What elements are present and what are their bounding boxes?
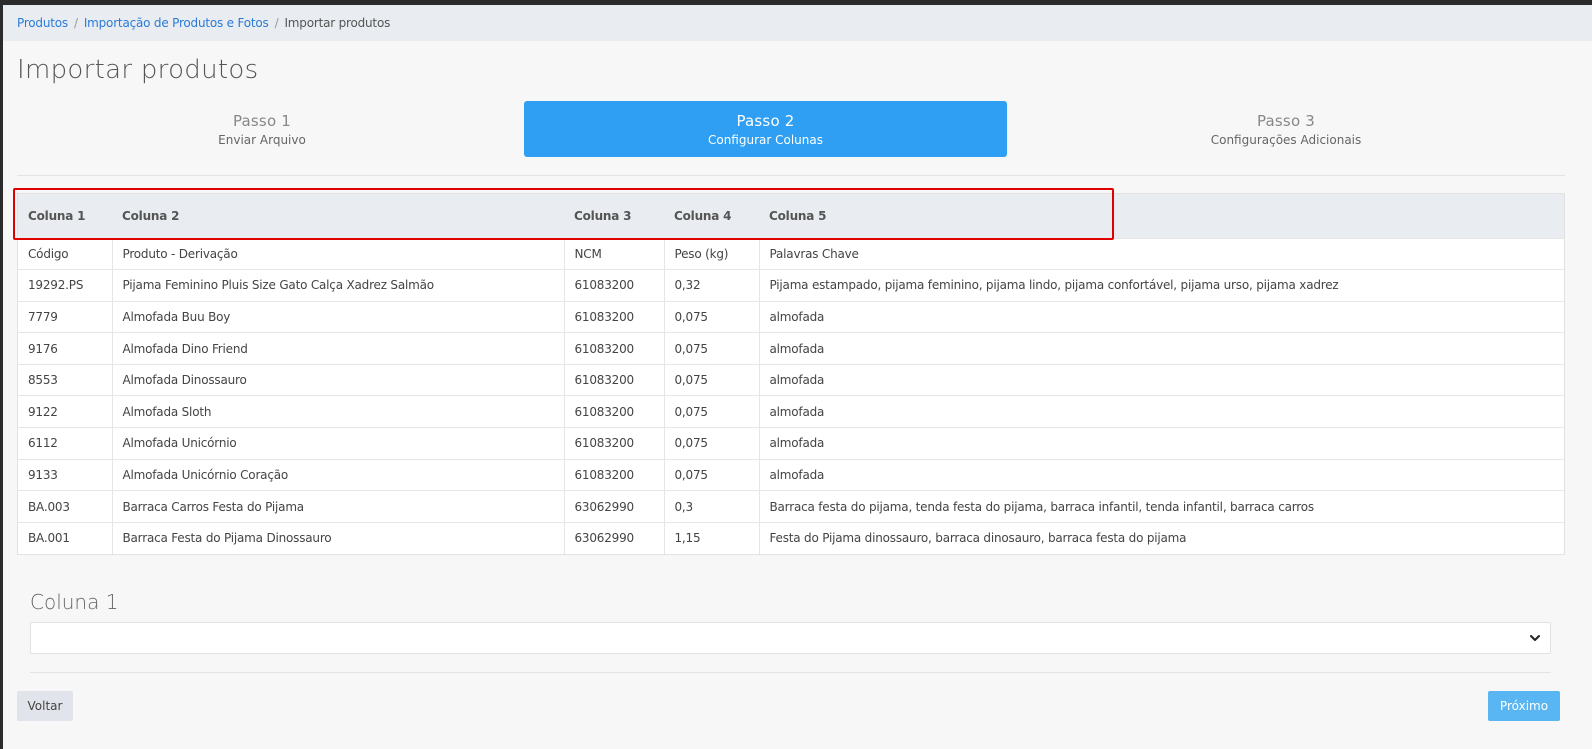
table-row: 8553 Almofada Dinossauro 61083200 0,075 almo… — [18, 363, 1564, 396]
divider — [17, 175, 1565, 176]
step-1[interactable]: Passo 1 Enviar Arquivo — [17, 101, 507, 157]
table-cell: Almofada Buu Boy — [112, 300, 565, 333]
breadcrumb-separator: / — [73, 16, 78, 30]
column-config-title: Coluna 1 — [30, 590, 119, 614]
step-3-subtitle: Configurações Adicionais — [1210, 132, 1362, 147]
breadcrumb-current: Importar produtos — [284, 16, 391, 30]
breadcrumb: Produtos / Importação de Produtos e Foto… — [3, 5, 1592, 41]
preview-table: Coluna 1 Coluna 2 Coluna 3 Coluna 4 Colu… — [18, 194, 1564, 554]
table-row: 6112 Almofada Unicórnio 61083200 0,075 almof… — [18, 427, 1564, 460]
table-cell: Barraca Carros Festa do Pijama — [112, 490, 565, 523]
table-cell: almofada — [759, 363, 1564, 396]
table-cell: Almofada Sloth — [112, 395, 565, 428]
column-header-5[interactable]: Coluna 5 — [759, 194, 1564, 238]
step-2-title: Passo 2 — [736, 111, 795, 130]
column-header-2[interactable]: Coluna 2 — [112, 194, 564, 238]
table-cell: almofada — [759, 458, 1564, 491]
table-cell: 0,075 — [664, 332, 760, 365]
table-row: BA.003 Barraca Carros Festa do Pijama 6306… — [18, 490, 1564, 523]
table-cell: Almofada Unicórnio — [112, 427, 565, 460]
table-cell: 0,3 — [664, 490, 760, 523]
chevron-down-icon — [1530, 635, 1540, 641]
table-cell: 9176 — [18, 332, 113, 365]
column-header-3[interactable]: Coluna 3 — [564, 194, 664, 238]
table-cell: 63062990 — [564, 521, 665, 554]
table-cell: 63062990 — [564, 490, 665, 523]
table-row: 7779 Almofada Buu Boy 61083200 0,075 almofad… — [18, 300, 1564, 333]
divider — [30, 672, 1551, 673]
table-cell: Almofada Dinossauro — [112, 363, 565, 396]
table-header-row: Coluna 1 Coluna 2 Coluna 3 Coluna 4 Colu… — [18, 194, 1564, 238]
column-header-1[interactable]: Coluna 1 — [18, 194, 112, 238]
table-cell: 19292.PS — [18, 269, 113, 302]
wizard-steps: Passo 1 Enviar Arquivo Passo 2 Configura… — [17, 101, 1565, 157]
table-cell: 9122 — [18, 395, 113, 428]
table-cell: BA.003 — [18, 490, 113, 523]
step-2[interactable]: Passo 2 Configurar Colunas — [524, 101, 1007, 157]
table-row: 9122 Almofada Sloth 61083200 0,075 almofada — [18, 395, 1564, 428]
table-row: 9133 Almofada Unicórnio Coração 61083200 0,… — [18, 458, 1564, 491]
table-cell: almofada — [759, 332, 1564, 365]
table-cell: Almofada Unicórnio Coração — [112, 458, 565, 491]
table-cell: 0,075 — [664, 427, 760, 460]
table-row: BA.001 Barraca Festa do Pijama Dinossauro… — [18, 521, 1564, 554]
table-cell: 61083200 — [564, 458, 665, 491]
table-cell: 61083200 — [564, 395, 665, 428]
table-cell: Produto - Derivação — [112, 237, 565, 270]
page-title: Importar produtos — [17, 55, 259, 85]
table-cell: Barraca Festa do Pijama Dinossauro — [112, 521, 565, 554]
back-button[interactable]: Voltar — [17, 691, 73, 721]
table-cell: 6112 — [18, 427, 113, 460]
table-row: 19292.PS Pijama Feminino Pluis Size Gato … — [18, 269, 1564, 302]
step-1-title: Passo 1 — [232, 111, 292, 130]
breadcrumb-link-importacao[interactable]: Importação de Produtos e Fotos — [84, 16, 269, 30]
table-cell: 0,075 — [664, 300, 760, 333]
table-cell: almofada — [759, 300, 1564, 333]
table-cell: 61083200 — [564, 300, 665, 333]
table-cell: Almofada Dino Friend — [112, 332, 565, 365]
table-row: Código Produto - Derivação NCM Peso (kg) Pal… — [18, 237, 1564, 270]
step-3[interactable]: Passo 3 Configurações Adicionais — [1027, 101, 1545, 157]
table-cell: 0,32 — [664, 269, 760, 302]
table-cell: 61083200 — [564, 269, 665, 302]
left-border — [0, 0, 3, 749]
next-button[interactable]: Próximo — [1488, 691, 1560, 721]
table-cell: Pijama Feminino Pluis Size Gato Calça Xa… — [112, 269, 565, 302]
table-cell: Palavras Chave — [759, 237, 1564, 270]
table-cell: Festa do Pijama dinossauro, barraca dino… — [759, 521, 1564, 554]
step-1-subtitle: Enviar Arquivo — [218, 132, 306, 147]
table-cell: NCM — [564, 237, 665, 270]
table-cell: 61083200 — [564, 332, 665, 365]
column-mapping-select[interactable] — [30, 622, 1551, 654]
preview-table-container: Coluna 1 Coluna 2 Coluna 3 Coluna 4 Colu… — [17, 193, 1565, 555]
table-cell: 0,075 — [664, 395, 760, 428]
table-cell: 7779 — [18, 300, 113, 333]
table-cell: Pijama estampado, pijama feminino, pijam… — [759, 269, 1564, 302]
table-cell: 1,15 — [664, 521, 760, 554]
table-cell: Barraca festa do pijama, tenda festa do … — [759, 490, 1564, 523]
table-row: 9176 Almofada Dino Friend 61083200 0,075 alm… — [18, 332, 1564, 365]
table-cell: Peso (kg) — [664, 237, 760, 270]
table-cell: BA.001 — [18, 521, 113, 554]
breadcrumb-link-produtos[interactable]: Produtos — [17, 16, 68, 30]
table-cell: 8553 — [18, 363, 113, 396]
step-3-title: Passo 3 — [1256, 111, 1316, 130]
table-cell: 9133 — [18, 458, 113, 491]
step-2-subtitle: Configurar Colunas — [707, 132, 823, 147]
table-cell: almofada — [759, 427, 1564, 460]
column-header-4[interactable]: Coluna 4 — [664, 194, 759, 238]
breadcrumb-separator: / — [274, 16, 279, 30]
table-cell: 61083200 — [564, 363, 665, 396]
table-cell: 0,075 — [664, 363, 760, 396]
table-cell: Código — [18, 237, 113, 270]
table-body: Código Produto - Derivação NCM Peso (kg) Pal… — [18, 237, 1564, 554]
table-cell: 0,075 — [664, 458, 760, 491]
table-cell: almofada — [759, 395, 1564, 428]
table-cell: 61083200 — [564, 427, 665, 460]
